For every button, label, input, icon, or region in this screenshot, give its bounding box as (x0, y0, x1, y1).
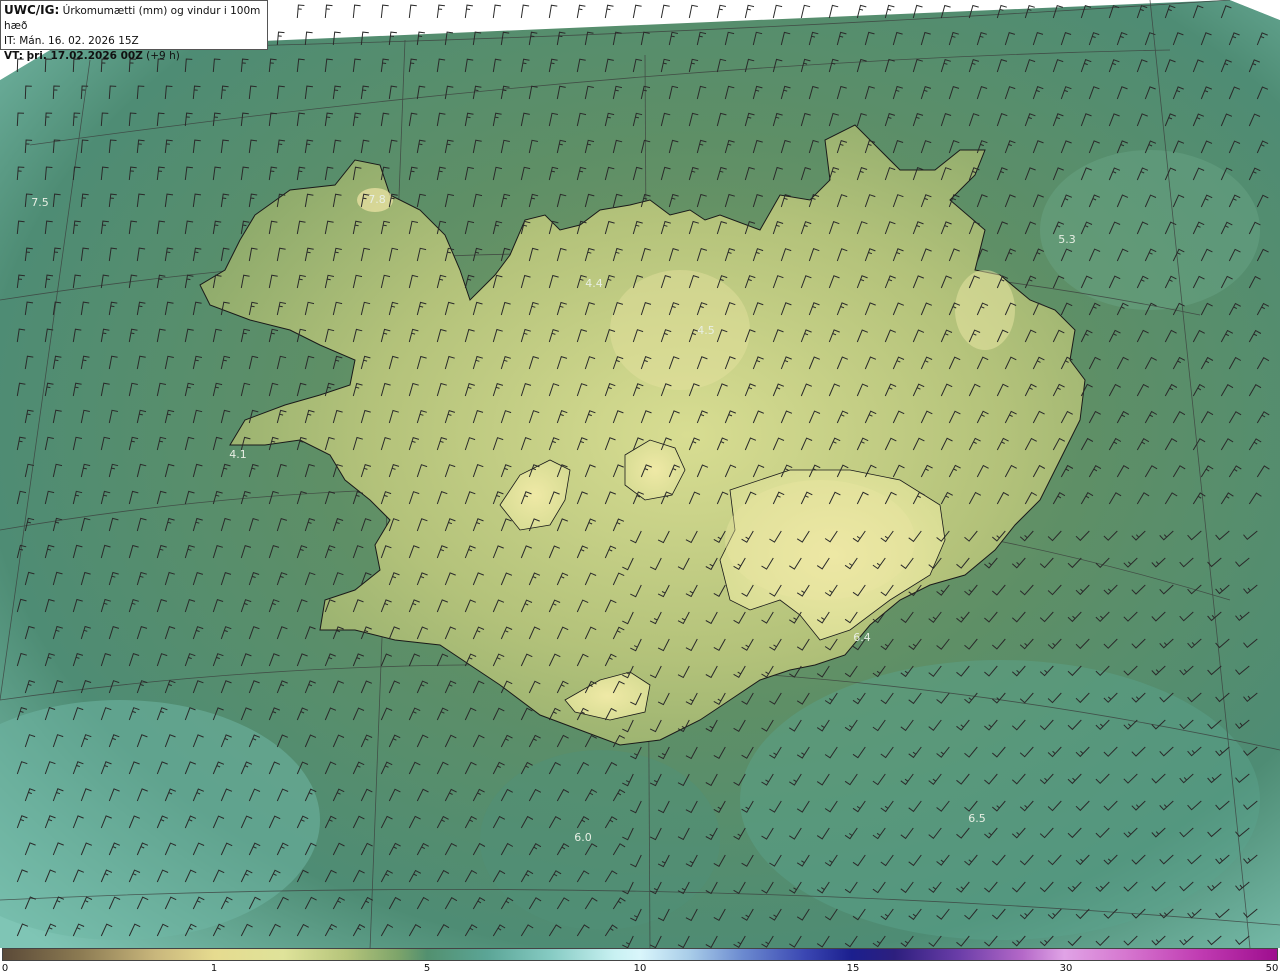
wind-barb (520, 4, 530, 19)
wind-barb (436, 4, 445, 19)
wind-barb (772, 4, 783, 19)
map-label: 7.8 (368, 193, 386, 206)
wind-barb (604, 4, 614, 19)
colorbar-tick: 50 (1265, 963, 1279, 974)
wind-barb (688, 4, 698, 19)
header-line-1: UWC/IG: Úrkomumætti (mm) og vindur i 100… (4, 3, 264, 34)
wind-barb (716, 4, 726, 19)
colorbar-legend: 0 1 5 10 15 30 50 (0, 948, 1280, 978)
map-header: UWC/IG: Úrkomumætti (mm) og vindur i 100… (0, 0, 268, 62)
forecast-offset: (+9 h) (146, 50, 180, 62)
colorbar-tick: 10 (633, 963, 647, 974)
wind-barb (492, 4, 502, 19)
valid-time: VT: þri. 17.02.2026 00Z (4, 50, 143, 62)
map-label: 5.3 (1058, 233, 1076, 246)
wind-barb (744, 4, 755, 19)
header-line-2: IT: Mán. 16. 02. 2026 15Z (4, 35, 139, 47)
colorbar-tick: 5 (423, 963, 431, 974)
wind-barb (352, 4, 361, 19)
header-line-3: VT: þri. 17.02.2026 00Z (+9 h) (4, 49, 264, 64)
wind-barb (324, 4, 333, 19)
map-label: 6.4 (853, 631, 871, 644)
colorbar (2, 948, 1278, 961)
wind-barb (380, 4, 389, 19)
map-label: 7.5 (31, 196, 49, 209)
map-label: 6.5 (968, 812, 986, 825)
wind-barb (828, 4, 839, 19)
map-label: 4.5 (697, 324, 715, 337)
map-label: 4.4 (585, 277, 603, 290)
wind-barb (464, 4, 473, 19)
precipitation-wind-map: 7.5 7.8 4.4 4.5 5.3 4.1 6.4 6.0 6.5 (0, 0, 1280, 948)
wind-barb (548, 4, 558, 19)
model-name: UWC/IG: (4, 3, 60, 17)
map-label: 4.1 (229, 448, 247, 461)
wind-barb (800, 4, 811, 19)
wind-barb (660, 4, 670, 19)
colorbar-tick: 30 (1059, 963, 1073, 974)
colorbar-tick: 0 (1, 963, 9, 974)
wind-barb (296, 4, 305, 19)
wind-barb (408, 4, 417, 19)
map-label: 6.0 (574, 831, 592, 844)
wind-barb (632, 4, 642, 19)
colorbar-tick: 1 (210, 963, 218, 974)
wind-barb (576, 4, 586, 19)
colorbar-tick: 15 (846, 963, 860, 974)
